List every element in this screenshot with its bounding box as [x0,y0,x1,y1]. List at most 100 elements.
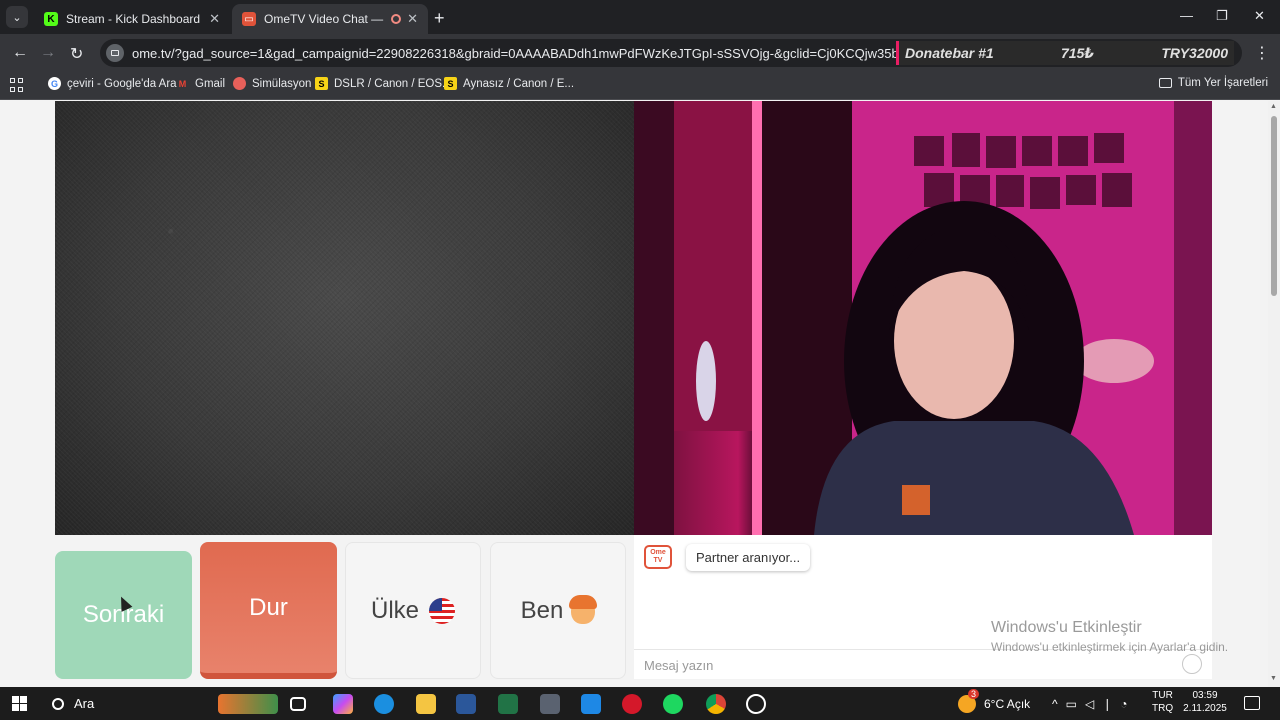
browser-toolbar: ← → ↻ ome.tv/?gad_source=1&gad_campaigni… [0,34,1280,72]
edge-icon[interactable] [374,694,394,714]
tab-ometv[interactable]: ▭ OmeTV Video Chat — Ome ✕ [232,4,428,34]
maximize-icon[interactable]: ❐ [1216,8,1228,24]
status-message: Partner aranıyor... [686,544,811,571]
bookmark-label: Gmail [195,77,226,90]
stop-button-label: Dur [249,593,288,621]
reload-icon[interactable]: ↻ [70,44,83,64]
microphone-icon[interactable]: ❘ [1102,697,1120,711]
weather-badge: 3 [968,688,980,699]
opera-icon[interactable] [622,694,642,714]
page-scrollbar[interactable]: ▲ ▼ [1268,101,1280,687]
obs-recorder-icon[interactable] [746,694,766,714]
windows-activation-watermark: Windows'u Etkinleştir Windows'u etkinleş… [991,619,1228,654]
tab-search-chevron-icon[interactable]: ⌄ [6,6,28,28]
simulation-icon [233,77,246,90]
chrome-icon[interactable] [706,694,726,714]
language-top: TUR [1152,690,1173,701]
me-button[interactable]: Ben [490,542,626,679]
bookmark-label: Aynasız / Canon / E... [463,77,575,90]
apps-grid-icon[interactable] [10,78,24,92]
ometv-page: Sonraki Dur Ülke Ben Ome TV Partner aran… [0,101,1268,687]
copilot-icon[interactable] [333,694,353,714]
system-tray-icons[interactable]: ^ ▭ ◁ ❘ ◔ [1052,687,1136,720]
show-hidden-icons-chevron-icon[interactable]: ^ [1052,697,1066,711]
input-language[interactable]: TUR TRQ [1152,689,1173,715]
kick-k-icon: K [44,12,58,26]
windows-start-icon[interactable] [12,696,27,711]
bookmark-s-icon: S [315,77,328,90]
word-icon[interactable] [456,694,476,714]
close-tab-icon[interactable]: ✕ [209,11,220,27]
us-flag-icon [429,597,455,624]
back-arrow-icon[interactable]: ← [12,44,28,62]
volume-icon[interactable]: ◁ [1085,697,1102,711]
new-tab-plus-icon[interactable]: + [434,8,445,29]
bookmark-google-translate[interactable]: G çeviri - Google'da Ara [48,77,177,90]
network-icon[interactable]: ◔ [1120,697,1135,711]
address-bar[interactable]: ome.tv/?gad_source=1&gad_campaignid=2290… [100,39,1242,67]
bookmark-label: DSLR / Canon / EOS... [334,77,452,90]
ometv-logo: Ome TV [644,545,672,569]
bookmark-simulasyon[interactable]: Simülasyon [233,77,311,90]
search-icon [52,697,64,710]
recording-indicator-icon [391,14,402,24]
tab-title: Stream - Kick Dashboard [66,12,201,26]
calculator-icon[interactable] [540,694,560,714]
windows-taskbar: Ara 3 6°C Açık ^ ▭ ◁ ❘ ◔ TUR TRQ 03:59 2… [0,687,1280,720]
watermark-title: Windows'u Etkinleştir [991,619,1142,636]
next-button[interactable]: Sonraki [55,551,192,679]
taskbar-search[interactable]: Ara [40,687,220,720]
me-button-label: Ben [520,596,564,624]
weather-moon-icon: 3 [958,688,980,713]
site-info-icon[interactable] [106,44,124,62]
ometv-tv-icon: ▭ [242,12,256,26]
partner-video-feed [634,101,1212,535]
weather-text: 6°C Açık [984,696,1031,711]
donatebar-overlay: Donatebar #1 715₺ TRY32000 [896,41,1234,65]
local-video-feed [55,101,634,535]
bookmarks-bar: G çeviri - Google'da Ara M Gmail Simülas… [0,72,1280,100]
folder-label: Tüm Yer İşaretleri [1177,77,1268,89]
bookmark-aynasiz-canon[interactable]: S Aynasız / Canon / E... [444,77,574,90]
gmail-icon: M [178,78,187,89]
spotify-icon[interactable] [663,694,683,714]
stop-button[interactable]: Dur [200,542,337,679]
emoji-picker-icon[interactable] [1182,654,1202,674]
all-bookmarks-folder[interactable]: Tüm Yer İşaretleri [1158,77,1268,89]
notifications-icon[interactable] [1244,696,1260,710]
task-view-icon[interactable] [290,697,306,711]
scroll-up-arrow-icon[interactable]: ▲ [1270,103,1277,110]
store-icon[interactable] [581,694,601,714]
language-bottom: TRQ [1152,703,1174,714]
scrollbar-thumb[interactable] [1271,116,1277,296]
file-explorer-icon[interactable] [416,694,436,714]
bookmark-gmail[interactable]: M Gmail [176,77,225,90]
tab-strip: ⌄ K Stream - Kick Dashboard ✕ ▭ OmeTV Vi… [0,0,1280,34]
minimize-icon[interactable]: — [1180,8,1193,23]
donatebar-label: Donatebar #1 [905,45,994,61]
widgets-landscape-icon[interactable] [218,694,278,714]
close-tab-icon[interactable]: ✕ [407,11,418,27]
weather-widget[interactable]: 3 6°C Açık [958,687,1030,720]
tab-title: OmeTV Video Chat — Ome [264,12,385,26]
donatebar-amount: 715₺ [1060,44,1095,61]
partner-video-scene [634,101,1212,535]
watermark-subtitle: Windows'u etkinleştirmek için Ayarlar'a … [991,640,1229,654]
country-button[interactable]: Ülke [345,542,481,679]
clock-date: 2.11.2025 [1183,703,1227,714]
bookmark-label: Simülasyon [252,77,312,90]
system-clock[interactable]: 03:59 2.11.2025 [1178,689,1232,715]
browser-menu-icon[interactable]: ⋮ [1254,43,1270,63]
taskbar-search-label: Ara [74,696,95,711]
bookmark-dslr-canon[interactable]: S DSLR / Canon / EOS... [315,77,452,90]
clock-time: 03:59 [1192,690,1218,701]
url-text[interactable]: ome.tv/?gad_source=1&gad_campaignid=2290… [132,46,896,61]
woman-emoji-icon [569,594,598,624]
excel-icon[interactable] [498,694,518,714]
forward-arrow-icon[interactable]: → [40,44,56,62]
window-close-icon[interactable]: ✕ [1254,8,1265,24]
bookmark-s-icon: S [444,77,457,90]
tab-kick-dashboard[interactable]: K Stream - Kick Dashboard ✕ [34,4,230,34]
scroll-down-arrow-icon[interactable]: ▼ [1270,675,1277,682]
battery-icon[interactable]: ▭ [1066,697,1085,711]
